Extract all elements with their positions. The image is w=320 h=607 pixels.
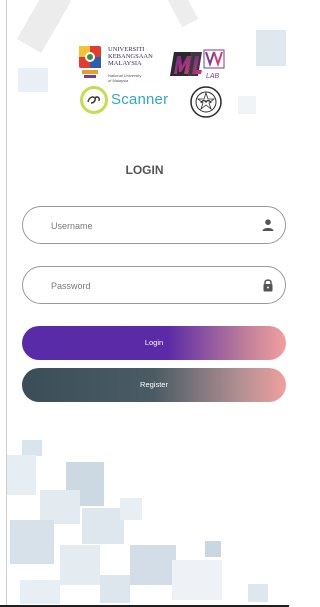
scanner-word: Scanner: [111, 91, 169, 108]
decor-square: [60, 545, 100, 585]
scanner-circle-icon: [80, 86, 108, 114]
person-icon: [262, 219, 274, 231]
username-field[interactable]: [22, 206, 286, 245]
frame-border: [6, 0, 7, 607]
decor-square: [120, 498, 142, 520]
decor-square: [6, 455, 36, 495]
mlv-lab-logo: LAB: [170, 49, 225, 80]
ukm-name: UNIVERSITI KEBANGSAAN MALAYSIA: [108, 46, 153, 67]
decor-square: [82, 508, 124, 544]
password-field[interactable]: [22, 266, 286, 305]
app-screen: UNIVERSITI KEBANGSAAN MALAYSIA National …: [0, 0, 289, 607]
decor-square: [130, 545, 176, 585]
halal-seal-icon: [190, 86, 222, 118]
ukm-logo: UNIVERSITI KEBANGSAAN MALAYSIA National …: [78, 44, 162, 90]
lock-icon: [263, 279, 273, 292]
ukm-subtitle-line: of Malaysia: [108, 77, 129, 83]
decor-square: [238, 96, 256, 114]
password-input[interactable]: [49, 267, 253, 305]
login-button[interactable]: Login: [22, 326, 286, 360]
ukm-name-line: UNIVERSITI: [108, 46, 145, 53]
decor-square: [172, 560, 222, 600]
decor-square: [100, 575, 130, 603]
decor-square: [248, 584, 268, 602]
ukm-name-line: MALAYSIA: [108, 60, 142, 67]
decor-square: [256, 30, 286, 66]
decor-square: [18, 68, 48, 92]
decor-square: [22, 440, 42, 456]
page-title: LOGIN: [125, 163, 164, 177]
username-input[interactable]: [49, 207, 253, 245]
ukm-name-line: KEBANGSAAN: [108, 53, 153, 60]
ukm-subtitle: National University of Malaysia: [108, 73, 141, 83]
mlv-lab-sub: LAB: [206, 73, 220, 80]
ukm-crest-icon: [79, 46, 101, 78]
decor-square: [20, 580, 60, 604]
decor-square: [10, 520, 54, 564]
halal-scanner-logo: Scanner: [80, 86, 180, 116]
decor-square: [205, 541, 221, 557]
decor-square: [40, 490, 80, 524]
register-button[interactable]: Register: [22, 368, 286, 402]
